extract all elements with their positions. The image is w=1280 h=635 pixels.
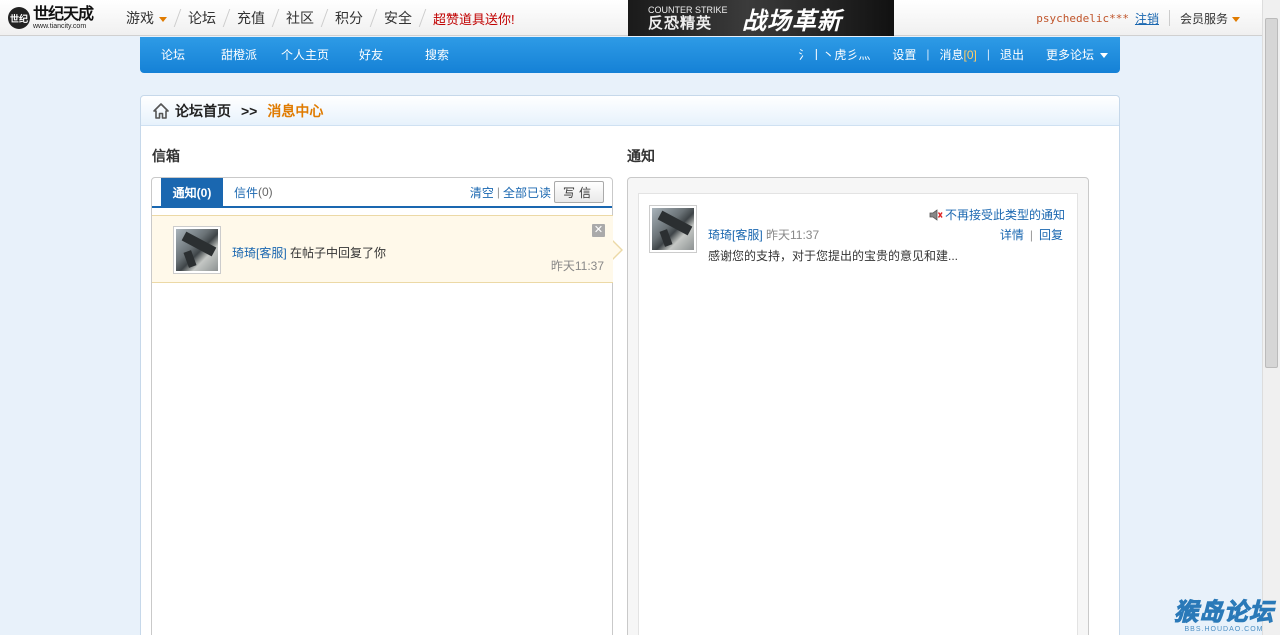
notify-detail: 不再接受此类型的通知 琦琦[客服] 昨天11:37 详情 | 回复 感谢您的支持，对… — [638, 193, 1078, 635]
settings-link[interactable]: 设置 — [892, 46, 916, 63]
inbox-title: 信箱 — [152, 148, 180, 164]
chevron-down-icon — [1232, 16, 1240, 22]
message-count: [0] — [963, 47, 977, 62]
site-logo[interactable]: 世纪 世纪天成 www.tiancity.com — [8, 4, 94, 31]
more-forums-menu[interactable]: 更多论坛 — [1046, 46, 1108, 63]
username[interactable]: psychedelic*** — [1036, 12, 1129, 25]
notify-content: 感谢您的支持，对于您提出的宝贵的意见和建... — [708, 249, 959, 263]
mark-all-read-link[interactable]: 全部已读 — [503, 184, 551, 201]
exit-link[interactable]: 退出 — [1000, 46, 1024, 63]
breadcrumb-home[interactable]: 论坛首页 — [175, 101, 231, 121]
topnav-points[interactable]: 积分 — [325, 8, 373, 28]
topnav-community[interactable]: 社区 — [276, 8, 324, 28]
banner-slogan: 战场革新 — [742, 7, 842, 35]
member-service-menu[interactable]: 会员服务 — [1180, 10, 1240, 27]
inbox-tabs: 通知(0) 信件 (0) 清空 | 全部已读 写信 — [152, 178, 612, 208]
messages-link[interactable]: 消息[0] — [939, 46, 976, 63]
divider — [1168, 10, 1170, 26]
divider: | — [496, 185, 500, 199]
breadcrumb-current: 消息中心 — [267, 102, 324, 119]
sender-link[interactable]: 琦琦[客服] — [708, 228, 763, 242]
vertical-scrollbar[interactable] — [1262, 0, 1280, 635]
divider: | — [986, 47, 990, 61]
scrollbar-thumb[interactable] — [1265, 18, 1278, 368]
chevron-down-icon — [1100, 52, 1108, 58]
divider: | — [926, 47, 930, 61]
notice-text: 在帖子中回复了你 — [286, 246, 387, 260]
tab-tianchengpai[interactable]: 甜橙派 — [206, 46, 272, 63]
top-bar: 世纪 世纪天成 www.tiancity.com 游戏 论坛 充值 社区 积分 … — [0, 0, 1280, 36]
tab-search[interactable]: 搜索 — [404, 46, 470, 63]
tab-friends[interactable]: 好友 — [338, 46, 404, 63]
banner-game-logo: COUNTER STRIKE 反恐精英 — [648, 4, 728, 32]
promo-link[interactable]: 超赞道具送你! — [423, 9, 515, 28]
selection-pointer — [612, 240, 623, 260]
logo-text: 世纪天成 — [33, 4, 94, 23]
forum-nav: 论坛 甜橙派 个人主页 好友 搜索 氵丨丶虎彡灬 设置 | 消息[0] | 退出… — [140, 37, 1120, 73]
breadcrumb-arrow: >> — [241, 102, 258, 119]
tab-notices[interactable]: 通知(0) — [161, 178, 223, 207]
message-center-panel: 论坛首页 >> 消息中心 信箱 通知 通知(0) 信件 (0) 清空 | 全部已读… — [140, 95, 1120, 635]
notify-title: 通知 — [627, 148, 655, 164]
home-icon — [153, 102, 169, 119]
logout-link[interactable]: 注销 — [1135, 10, 1159, 27]
list-item[interactable]: 琦琦[客服] 在帖子中回复了你 昨天11:37 ✕ — [152, 215, 623, 283]
breadcrumb: 论坛首页 >> 消息中心 — [141, 96, 1119, 126]
sender-link[interactable]: 琦琦[客服] — [232, 246, 287, 260]
tab-forum[interactable]: 论坛 — [140, 46, 206, 63]
topnav-security[interactable]: 安全 — [374, 8, 422, 28]
chevron-down-icon — [159, 16, 167, 22]
topnav-recharge[interactable]: 充值 — [227, 8, 275, 28]
notice-time: 昨天11:37 — [550, 259, 604, 273]
avatar[interactable] — [173, 226, 221, 274]
block-notice-type-link[interactable]: 不再接受此类型的通知 — [929, 206, 1065, 223]
user-links: psychedelic*** 注销 会员服务 — [1036, 0, 1240, 36]
reply-link[interactable]: 回复 — [1039, 228, 1063, 242]
clear-link[interactable]: 清空 — [470, 184, 494, 201]
topnav-games[interactable]: 游戏 — [116, 8, 177, 28]
topnav-forum[interactable]: 论坛 — [178, 8, 226, 28]
detail-link[interactable]: 详情 — [1000, 228, 1024, 242]
avatar[interactable] — [649, 205, 697, 253]
logo-url: www.tiancity.com — [33, 23, 87, 30]
logo-mark: 世纪 — [8, 7, 30, 29]
inbox-box: 通知(0) 信件 (0) 清空 | 全部已读 写信 琦琦[客服] 在帖子中回复了你… — [151, 177, 623, 635]
notify-time: 昨天11:37 — [762, 228, 820, 242]
divider: | — [1029, 228, 1033, 242]
tab-letters[interactable]: 信件 (0) — [234, 178, 273, 206]
cs-banner[interactable]: COUNTER STRIKE 反恐精英 战场革新 — [628, 0, 894, 36]
close-icon[interactable]: ✕ — [592, 224, 605, 237]
notify-box: 不再接受此类型的通知 琦琦[客服] 昨天11:37 详情 | 回复 感谢您的支持，对… — [627, 177, 1089, 635]
watermark: 猴岛论坛 BBS.HOUDAO.COM — [1174, 599, 1274, 633]
top-nav: 游戏 论坛 充值 社区 积分 安全 超赞道具送你! — [116, 0, 515, 36]
write-button[interactable]: 写信 — [554, 181, 604, 203]
mute-speaker-icon — [929, 208, 943, 221]
tab-profile[interactable]: 个人主页 — [272, 46, 338, 63]
nav-username[interactable]: 氵丨丶虎彡灬 — [798, 46, 870, 63]
